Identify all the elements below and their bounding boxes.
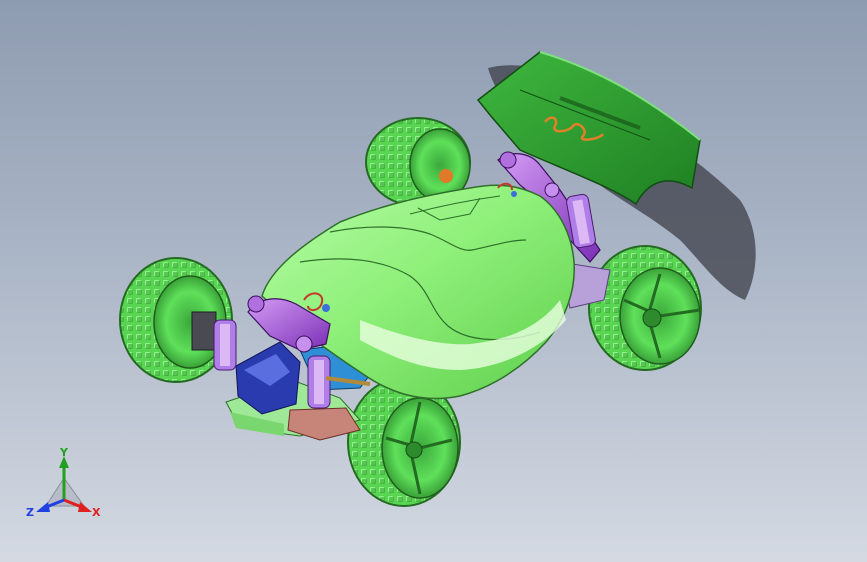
z-axis-label: Z <box>26 506 34 519</box>
tire-rear-right[interactable] <box>588 245 702 371</box>
x-axis-label: X <box>92 506 101 519</box>
graphics-viewport[interactable]: Y X Z <box>0 0 867 562</box>
y-axis-label: Y <box>59 446 69 459</box>
rear-wing[interactable] <box>476 51 701 206</box>
rc-buggy-model[interactable] <box>0 0 867 562</box>
coordinate-triad: Y X Z <box>26 446 101 519</box>
